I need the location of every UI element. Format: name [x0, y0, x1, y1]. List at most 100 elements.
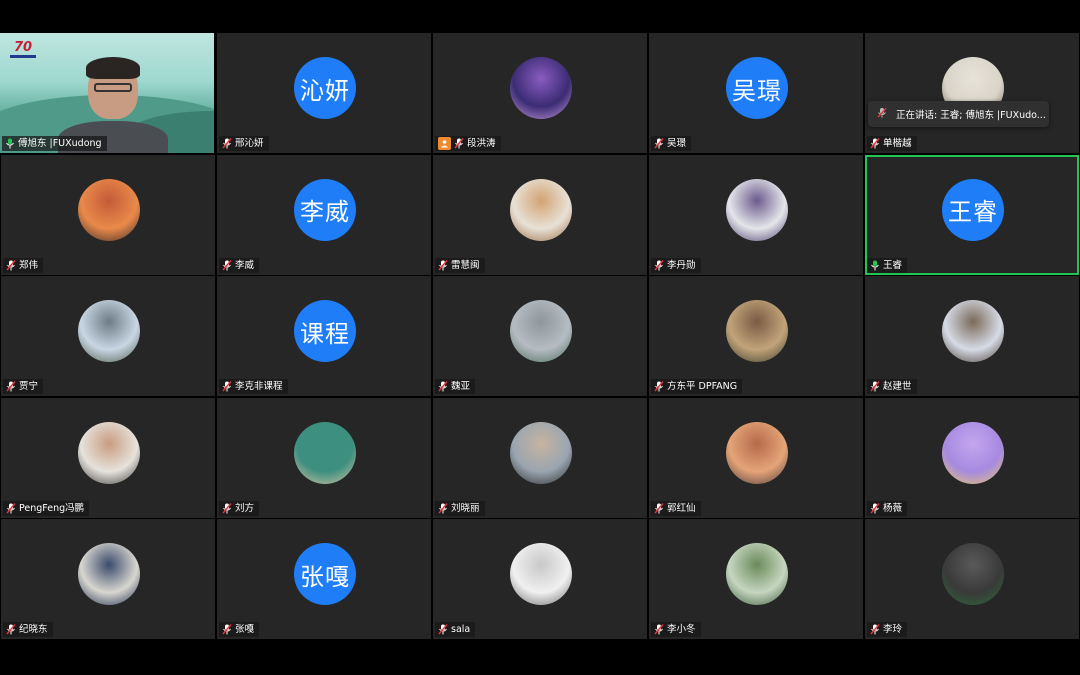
- avatar-initials: 李威: [300, 198, 350, 226]
- participant-name: sala: [451, 624, 471, 635]
- participant-tile[interactable]: 郑伟: [1, 154, 215, 275]
- participant-name: 刘方: [235, 502, 255, 514]
- participant-nameplate: 张嘎: [219, 622, 260, 637]
- participant-nameplate: 纪晓东: [3, 622, 53, 637]
- participant-name: 李玲: [883, 624, 903, 635]
- participant-nameplate: 单楷越: [867, 136, 917, 151]
- muted-mic-icon: [438, 502, 448, 514]
- muted-mic-icon: [222, 138, 232, 149]
- participant-avatar: 课程: [294, 300, 356, 362]
- participant-nameplate: 邢沁妍: [219, 136, 269, 151]
- muted-mic-icon: [870, 624, 880, 635]
- participant-name: 魏亚: [451, 381, 471, 392]
- participant-nameplate: 郑伟: [3, 257, 44, 273]
- muted-mic-icon: [222, 502, 232, 514]
- muted-mic-icon: [654, 138, 664, 149]
- participant-avatar: 李威: [294, 178, 356, 241]
- participant-avatar: [510, 543, 572, 605]
- muted-mic-icon: [870, 138, 880, 149]
- participant-nameplate: 傅旭东 |FUXudong: [2, 136, 107, 151]
- participant-tile[interactable]: 沁妍 邢沁妍: [217, 33, 431, 153]
- participant-avatar: [726, 421, 788, 484]
- participant-tile[interactable]: 李丹勋: [649, 154, 863, 275]
- muted-mic-icon: [654, 502, 664, 514]
- university-logo: 70: [9, 41, 37, 61]
- muted-mic-icon: [654, 259, 664, 271]
- participant-nameplate: 段洪涛: [435, 136, 501, 151]
- participant-tile[interactable]: 李威 李威: [217, 154, 431, 275]
- participant-avatar: [78, 421, 140, 484]
- participant-name: 李丹勋: [667, 259, 696, 271]
- participant-avatar: [942, 543, 1004, 605]
- muted-mic-icon: [454, 138, 464, 149]
- participant-nameplate: 杨薇: [867, 500, 908, 516]
- participant-tile[interactable]: PengFeng冯鹏: [1, 397, 215, 518]
- mic-icon: [870, 260, 880, 271]
- participant-name: 李威: [235, 259, 255, 271]
- participant-tile[interactable]: 李小冬: [649, 519, 863, 639]
- participant-tile[interactable]: 赵建世: [865, 276, 1079, 396]
- participant-avatar: [942, 421, 1004, 484]
- participant-tile[interactable]: 魏亚: [433, 276, 647, 396]
- participant-nameplate: 赵建世: [867, 379, 917, 394]
- participant-avatar: [78, 300, 140, 362]
- participant-tile[interactable]: sala: [433, 519, 647, 639]
- participant-tile[interactable]: 吴璟 吴璟: [649, 33, 863, 153]
- participant-name: 贾宁: [19, 381, 39, 392]
- participant-avatar: [510, 178, 572, 241]
- participant-video: 70: [0, 33, 214, 153]
- participant-avatar: [78, 178, 140, 241]
- participant-name: 傅旭东 |FUXudong: [18, 138, 102, 149]
- participant-name: 吴璟: [667, 138, 687, 149]
- participant-avatar: [294, 421, 356, 484]
- participant-avatar: [726, 300, 788, 362]
- participant-nameplate: 李小冬: [651, 622, 701, 637]
- mic-icon: [5, 138, 15, 149]
- muted-mic-icon: [870, 502, 880, 514]
- participant-tile[interactable]: 刘方: [217, 397, 431, 518]
- participant-tile[interactable]: 70 傅旭东 |FUXudong: [0, 33, 214, 153]
- participant-name: 邢沁妍: [235, 138, 264, 149]
- participant-name: 段洪涛: [467, 138, 496, 149]
- participant-tile[interactable]: 方东平 DPFANG: [649, 276, 863, 396]
- participant-tile[interactable]: 刘晓丽: [433, 397, 647, 518]
- participant-nameplate: 郭红仙: [651, 500, 701, 516]
- muted-mic-icon: [438, 381, 448, 392]
- participant-tile[interactable]: 张嘎 张嘎: [217, 519, 431, 639]
- muted-mic-icon: [6, 259, 16, 271]
- participant-nameplate: 刘方: [219, 500, 260, 516]
- participant-tile[interactable]: 单楷越: [865, 33, 1079, 153]
- participant-nameplate: 方东平 DPFANG: [651, 379, 743, 394]
- participant-tile[interactable]: 杨薇: [865, 397, 1079, 518]
- participant-tile[interactable]: 郭红仙: [649, 397, 863, 518]
- muted-mic-icon: [6, 381, 16, 392]
- participant-tile[interactable]: 纪晓东: [1, 519, 215, 639]
- participant-tile[interactable]: 段洪涛: [433, 33, 647, 153]
- participant-tile[interactable]: 课程 李克非课程: [217, 276, 431, 396]
- talking-banner-text: 正在讲话: 王睿; 傅旭东 |FUXudo...: [896, 110, 1046, 121]
- muted-mic-icon: [6, 502, 16, 514]
- participant-avatar: [510, 421, 572, 484]
- participant-nameplate: 吴璟: [651, 136, 692, 151]
- participant-name: 雷慧闽: [451, 259, 480, 271]
- participant-avatar: [510, 300, 572, 362]
- participant-tile[interactable]: 李玲: [865, 519, 1079, 639]
- participant-name: 郭红仙: [667, 502, 696, 514]
- participant-tile[interactable]: 王睿 王睿: [865, 154, 1079, 275]
- participant-name: 刘晓丽: [451, 502, 480, 514]
- participant-name: 纪晓东: [19, 624, 48, 635]
- participant-nameplate: 魏亚: [435, 379, 476, 394]
- muted-mic-icon: [438, 624, 448, 635]
- avatar-initials: 课程: [300, 319, 350, 348]
- participant-tile[interactable]: 贾宁: [1, 276, 215, 396]
- participant-name: 赵建世: [883, 381, 912, 392]
- participant-nameplate: 李威: [219, 257, 260, 273]
- avatar-initials: 王睿: [948, 198, 998, 226]
- participant-nameplate: 刘晓丽: [435, 500, 485, 516]
- participant-avatar: 王睿: [942, 178, 1004, 241]
- participant-nameplate: 李丹勋: [651, 257, 701, 273]
- participant-name: 杨薇: [883, 502, 903, 514]
- participant-tile[interactable]: 雷慧闽: [433, 154, 647, 275]
- participant-name: 单楷越: [883, 138, 912, 149]
- participant-name: 张嘎: [235, 624, 255, 635]
